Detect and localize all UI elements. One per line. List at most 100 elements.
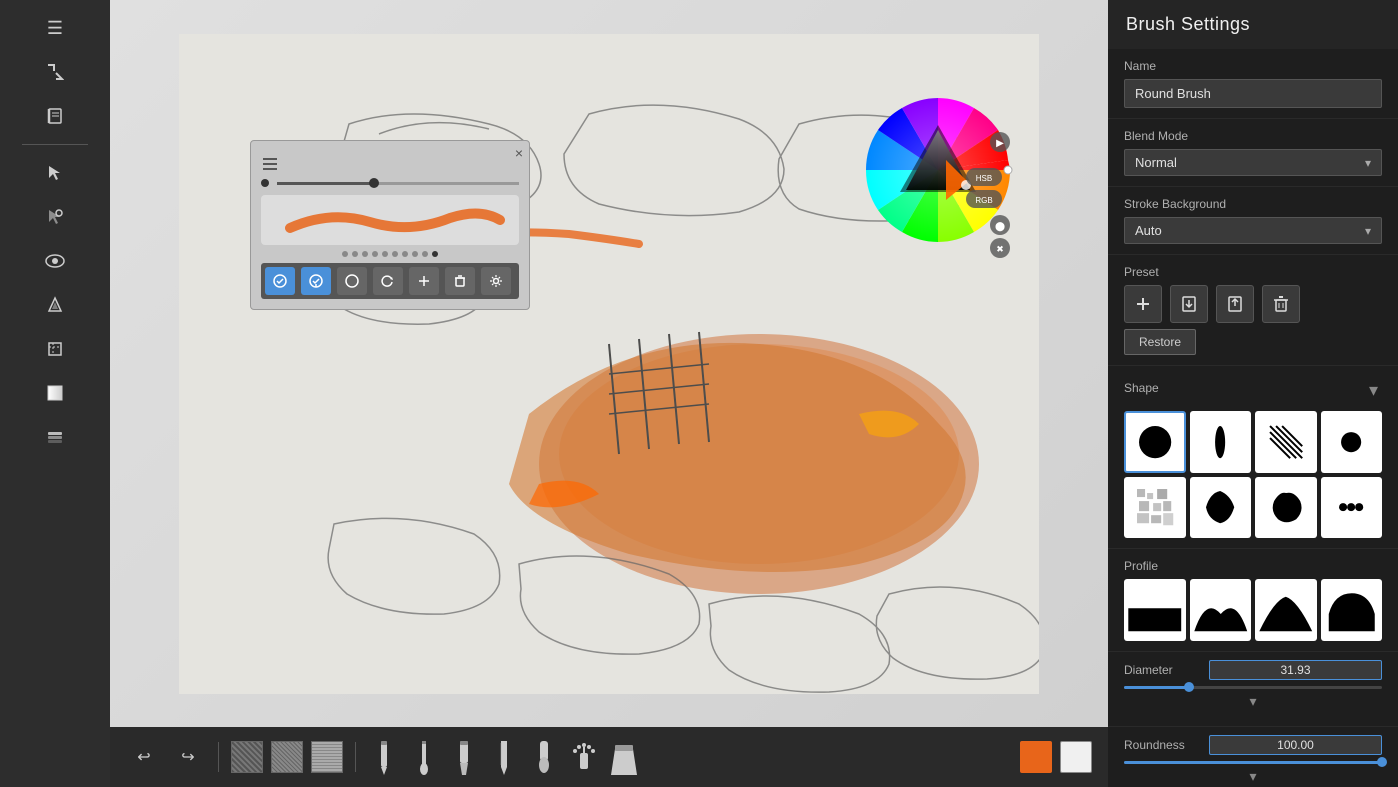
brush-dot-8[interactable] bbox=[412, 251, 418, 257]
brush-dot-3[interactable] bbox=[362, 251, 368, 257]
profile-flat[interactable] bbox=[1124, 579, 1186, 641]
brush-dot-4[interactable] bbox=[372, 251, 378, 257]
profile-section: Profile bbox=[1108, 549, 1398, 652]
brush-preset-dots bbox=[261, 251, 519, 257]
delete-preset-button[interactable] bbox=[1262, 285, 1300, 323]
brush-tool-icon[interactable] bbox=[408, 739, 440, 775]
roundness-slider[interactable] bbox=[1124, 761, 1382, 764]
brush-size-slider[interactable] bbox=[277, 182, 519, 185]
left-toolbar: ☰ bbox=[0, 0, 110, 787]
shape-scroll-down-icon[interactable]: ▾ bbox=[1365, 376, 1382, 405]
roundness-label: Roundness bbox=[1124, 738, 1185, 752]
shape-texture[interactable] bbox=[1124, 477, 1186, 539]
diameter-section: Diameter ▾ bbox=[1108, 652, 1398, 727]
ink-tool-icon[interactable] bbox=[528, 739, 560, 775]
svg-text:⬤: ⬤ bbox=[995, 221, 1005, 232]
shape-hatching[interactable] bbox=[1255, 411, 1317, 473]
fill-icon[interactable] bbox=[35, 285, 75, 325]
blend-mode-select[interactable]: Normal ▾ bbox=[1124, 149, 1382, 176]
brush-dot-6[interactable] bbox=[392, 251, 398, 257]
shape-circle-small[interactable] bbox=[1321, 411, 1383, 473]
name-label: Name bbox=[1124, 59, 1382, 73]
brush-add-icon[interactable] bbox=[409, 267, 439, 295]
brush-size-popup: × bbox=[250, 140, 530, 310]
collapse-icon[interactable] bbox=[35, 52, 75, 92]
brush-dot-5[interactable] bbox=[382, 251, 388, 257]
primary-color-swatch[interactable] bbox=[1020, 741, 1052, 773]
texture-swatch-3[interactable] bbox=[311, 741, 343, 773]
svg-text:▶: ▶ bbox=[996, 138, 1004, 149]
preset-buttons-row bbox=[1124, 285, 1382, 323]
roundness-slider-thumb[interactable] bbox=[1377, 757, 1387, 767]
brush-check-down-icon[interactable] bbox=[301, 267, 331, 295]
diameter-value-input[interactable] bbox=[1209, 660, 1382, 680]
crop-icon[interactable] bbox=[35, 329, 75, 369]
color-wheel-popup[interactable]: HSB RGB ▶ ⬤ ✖ bbox=[848, 80, 1028, 260]
blend-mode-chevron-icon: ▾ bbox=[1365, 156, 1371, 170]
brush-dot-7[interactable] bbox=[402, 251, 408, 257]
preset-section: Preset Restore bbox=[1108, 255, 1398, 366]
brush-dot-10[interactable] bbox=[432, 251, 438, 257]
shape-blob2[interactable] bbox=[1255, 477, 1317, 539]
secondary-color-swatch[interactable] bbox=[1060, 741, 1092, 773]
pencil-tool-icon[interactable] bbox=[368, 739, 400, 775]
brush-action-row bbox=[261, 263, 519, 299]
add-preset-button[interactable] bbox=[1124, 285, 1162, 323]
shape-dots[interactable] bbox=[1321, 477, 1383, 539]
layers-icon[interactable] bbox=[35, 417, 75, 457]
gradient-icon[interactable] bbox=[35, 373, 75, 413]
brush-dot-9[interactable] bbox=[422, 251, 428, 257]
panel-title: Brush Settings bbox=[1108, 0, 1398, 49]
brush-stroke-preview bbox=[261, 195, 519, 245]
eye-icon[interactable] bbox=[35, 241, 75, 281]
export-preset-button[interactable] bbox=[1216, 285, 1254, 323]
brush-name-input[interactable] bbox=[1124, 79, 1382, 108]
close-brush-popup-button[interactable]: × bbox=[515, 145, 523, 161]
diameter-slider-fill bbox=[1124, 686, 1189, 689]
svg-text:✖: ✖ bbox=[996, 244, 1004, 254]
brush-size-min-indicator bbox=[261, 179, 269, 187]
book-icon[interactable] bbox=[35, 96, 75, 136]
roundness-section: Roundness ▾ bbox=[1108, 727, 1398, 787]
brush-circle-icon[interactable] bbox=[337, 267, 367, 295]
stroke-bg-chevron-icon: ▾ bbox=[1365, 224, 1371, 238]
undo-button[interactable]: ↩ bbox=[126, 739, 162, 775]
texture-swatch-1[interactable] bbox=[231, 741, 263, 773]
right-panel: Brush Settings Name Blend Mode Normal ▾ … bbox=[1108, 0, 1398, 787]
pen-tool-icon[interactable] bbox=[488, 739, 520, 775]
diameter-expand-icon[interactable]: ▾ bbox=[1124, 689, 1382, 714]
hamburger-menu-icon[interactable]: ☰ bbox=[35, 8, 75, 48]
stroke-bg-select[interactable]: Auto ▾ bbox=[1124, 217, 1382, 244]
texture-swatch-2[interactable] bbox=[271, 741, 303, 773]
select-tool-icon[interactable] bbox=[35, 153, 75, 193]
redo-button[interactable]: ↪ bbox=[170, 739, 206, 775]
brush-dot-1[interactable] bbox=[342, 251, 348, 257]
shape-teardrop[interactable] bbox=[1190, 411, 1252, 473]
diameter-slider[interactable] bbox=[1124, 686, 1382, 689]
canvas-area: HSB RGB ▶ ⬤ ✖ × bbox=[110, 0, 1108, 787]
brush-delete-icon[interactable] bbox=[445, 267, 475, 295]
marker-tool-icon[interactable] bbox=[448, 739, 480, 775]
shape-section: Shape ▾ bbox=[1108, 366, 1398, 549]
canvas[interactable]: HSB RGB ▶ ⬤ ✖ × bbox=[110, 0, 1108, 727]
transform-icon[interactable] bbox=[35, 197, 75, 237]
diameter-slider-thumb[interactable] bbox=[1184, 682, 1194, 692]
brush-refresh-icon[interactable] bbox=[373, 267, 403, 295]
shape-label: Shape bbox=[1124, 381, 1159, 395]
shape-circle-filled[interactable] bbox=[1124, 411, 1186, 473]
brush-check-icon[interactable] bbox=[265, 267, 295, 295]
stroke-bg-section: Stroke Background Auto ▾ bbox=[1108, 187, 1398, 255]
roundness-slider-fill bbox=[1124, 761, 1382, 764]
spray-tool-icon[interactable] bbox=[568, 739, 600, 775]
brush-dot-2[interactable] bbox=[352, 251, 358, 257]
eraser-tool-icon[interactable] bbox=[608, 739, 640, 775]
profile-mountain[interactable] bbox=[1255, 579, 1317, 641]
profile-arch[interactable] bbox=[1190, 579, 1252, 641]
profile-bell[interactable] bbox=[1321, 579, 1383, 641]
import-preset-button[interactable] bbox=[1170, 285, 1208, 323]
roundness-value-input[interactable] bbox=[1209, 735, 1382, 755]
restore-button[interactable]: Restore bbox=[1124, 329, 1196, 355]
brush-settings-icon[interactable] bbox=[481, 267, 511, 295]
roundness-expand-icon[interactable]: ▾ bbox=[1124, 764, 1382, 787]
shape-blob1[interactable] bbox=[1190, 477, 1252, 539]
